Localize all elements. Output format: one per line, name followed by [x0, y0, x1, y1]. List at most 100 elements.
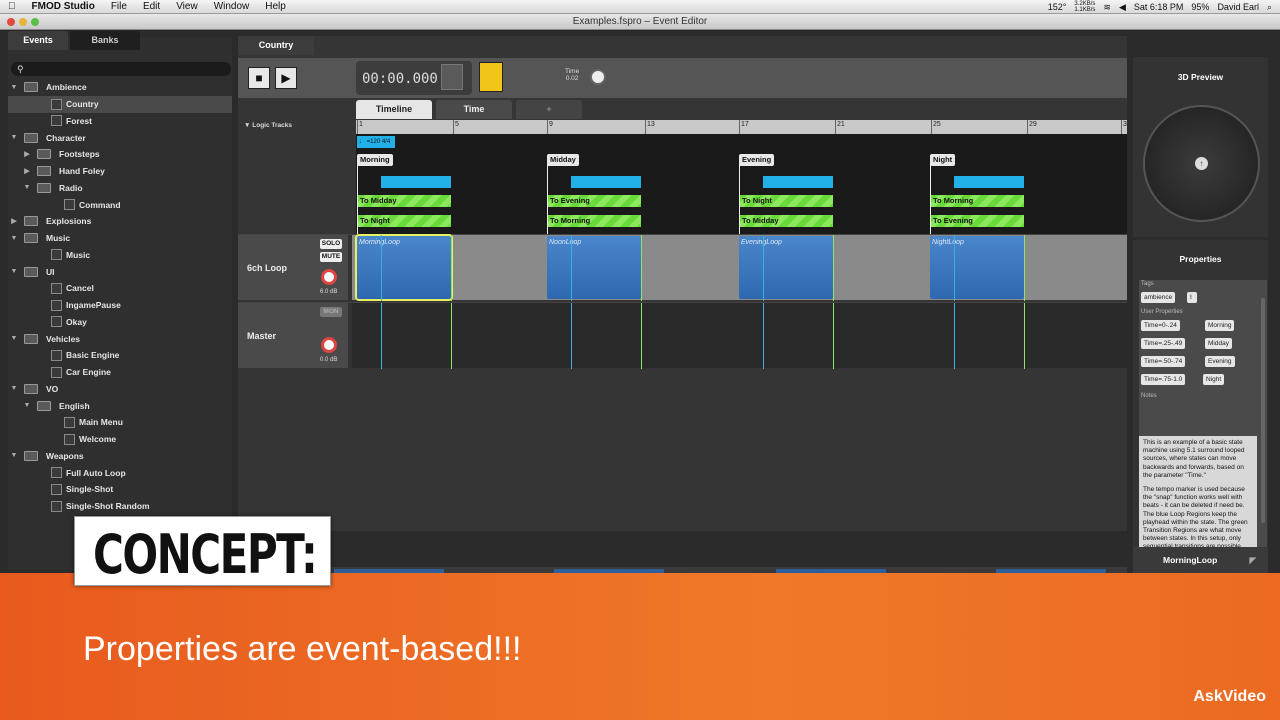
loop-region[interactable]: MorningLoop	[355, 234, 453, 301]
solo-button[interactable]: SOLO	[320, 239, 342, 249]
volume-icon[interactable]: ◀	[1119, 2, 1126, 13]
tree-folder[interactable]: ▼ English	[8, 397, 232, 414]
menu-help[interactable]: Help	[257, 1, 294, 12]
selection-header[interactable]: MorningLoop ◤	[1133, 547, 1268, 573]
notes-field[interactable]: This is an example of a basic state mach…	[1139, 436, 1257, 554]
time-parameter-knob[interactable]	[590, 69, 606, 85]
tree-event[interactable]: Basic Engine	[8, 347, 232, 364]
tree-event[interactable]: Welcome	[8, 431, 232, 448]
close-window-icon[interactable]	[7, 18, 15, 26]
user-prop-key[interactable]: Time=.25-.49	[1141, 338, 1186, 349]
user-prop-key[interactable]: Time=.50-.74	[1141, 356, 1186, 367]
tree-folder[interactable]: ▼ Vehicles	[8, 330, 232, 347]
track-header[interactable]: 6ch Loop SOLO MUTE 6.0 dB	[238, 235, 348, 300]
transition-region[interactable]: To Night	[739, 195, 833, 207]
tree-event[interactable]: Country	[8, 95, 232, 113]
tree-folder[interactable]: ▼ Character	[8, 129, 232, 146]
destination-marker[interactable]: Evening	[739, 154, 775, 166]
temp-readout[interactable]: 152°	[1048, 2, 1067, 12]
loop-region[interactable]: EveningLoop	[739, 236, 833, 299]
wifi-icon[interactable]: ≋	[1103, 2, 1111, 13]
disclosure-open-icon[interactable]: ▼	[10, 385, 18, 392]
track-header[interactable]: Master MON 0.0 dB	[238, 303, 348, 368]
loop-region[interactable]: NightLoop	[930, 236, 1024, 299]
mute-button[interactable]: MUTE	[320, 252, 342, 262]
tree-event[interactable]: Full Auto Loop	[8, 464, 232, 481]
transition-region[interactable]: To Evening	[547, 195, 641, 207]
loop-region-bar[interactable]	[381, 176, 451, 188]
monitor-button[interactable]: MON	[320, 307, 342, 317]
tree-event[interactable]: Main Menu	[8, 414, 232, 431]
logic-tracks-header[interactable]: ▼ Logic Tracks	[244, 122, 292, 129]
tree-event[interactable]: Forest	[8, 113, 232, 130]
tree-event[interactable]: IngamePause	[8, 297, 232, 314]
user-prop-value[interactable]: Night	[1203, 374, 1225, 385]
tempo-marker[interactable]: ♩ =120 4/4	[357, 136, 395, 148]
destination-marker[interactable]: Night	[930, 154, 956, 166]
tab-events[interactable]: Events	[8, 31, 68, 50]
disclosure-closed-icon[interactable]: ▶	[23, 150, 31, 158]
app-menu[interactable]: FMOD Studio	[24, 1, 103, 12]
destination-marker[interactable]: Morning	[357, 154, 393, 166]
tree-event[interactable]: Music	[8, 247, 232, 264]
loop-region-bar[interactable]	[571, 176, 641, 188]
transition-region[interactable]: To Midday	[357, 195, 451, 207]
destination-marker[interactable]: Midday	[547, 154, 579, 166]
disclosure-closed-icon[interactable]: ▶	[10, 217, 18, 225]
play-button[interactable]: ▶	[275, 67, 297, 89]
tree-folder[interactable]: ▶ Footsteps	[8, 146, 232, 163]
disclosure-open-icon[interactable]: ▼	[10, 235, 18, 242]
disclosure-open-icon[interactable]: ▼	[10, 335, 18, 342]
transition-region[interactable]: To Morning	[547, 215, 641, 227]
transition-region[interactable]: To Midday	[739, 215, 833, 227]
disclosure-open-icon[interactable]: ▼	[23, 402, 31, 409]
loop-region-bar[interactable]	[763, 176, 833, 188]
transition-region[interactable]: To Morning	[930, 195, 1024, 207]
minimize-window-icon[interactable]	[19, 18, 27, 26]
follow-playhead-icon[interactable]	[479, 62, 503, 92]
expand-icon[interactable]: ◤	[1249, 547, 1256, 573]
add-tab-button[interactable]: +	[516, 100, 582, 119]
search-input[interactable]: ⚲	[11, 62, 231, 76]
3d-preview-panner[interactable]: ↑	[1143, 105, 1260, 222]
add-tag-button[interactable]: I	[1187, 292, 1197, 303]
volume-knob[interactable]	[321, 337, 337, 353]
disclosure-open-icon[interactable]: ▼	[10, 134, 18, 141]
user-name[interactable]: David Earl	[1217, 2, 1259, 12]
user-prop-key[interactable]: Time=0-.24	[1141, 320, 1180, 331]
menu-edit[interactable]: Edit	[135, 1, 168, 12]
net-readout[interactable]: 3.2KB/s 1.1KB/s	[1074, 1, 1095, 13]
loop-region-bar[interactable]	[954, 176, 1024, 188]
tree-folder[interactable]: ▼ Ambience	[8, 79, 232, 96]
user-prop-value[interactable]: Midday	[1205, 338, 1232, 349]
volume-knob[interactable]	[321, 269, 337, 285]
tree-event[interactable]: Single-Shot Random	[8, 498, 232, 515]
tree-folder[interactable]: ▼ Weapons	[8, 448, 232, 465]
tree-folder[interactable]: ▼ UI	[8, 263, 232, 280]
listener-icon[interactable]: ↑	[1195, 157, 1208, 170]
tree-event[interactable]: Okay	[8, 314, 232, 331]
disclosure-open-icon[interactable]: ▼	[10, 268, 18, 275]
disclosure-closed-icon[interactable]: ▶	[23, 167, 31, 175]
tree-event[interactable]: Cancel	[8, 280, 232, 297]
tab-timeline[interactable]: Timeline	[356, 100, 432, 119]
tag-chip[interactable]: ambience	[1141, 292, 1176, 303]
disclosure-open-icon[interactable]: ▼	[23, 184, 31, 191]
audio-track[interactable]: Master MON 0.0 dB	[238, 302, 1127, 369]
tree-event[interactable]: Car Engine	[8, 364, 232, 381]
tree-folder[interactable]: ▶ Hand Foley	[8, 163, 232, 180]
tree-folder[interactable]: ▼ VO	[8, 381, 232, 398]
zoom-window-icon[interactable]	[31, 18, 39, 26]
audio-track[interactable]: 6ch Loop SOLO MUTE 6.0 dB MorningLoop NoonLoo…	[238, 234, 1127, 301]
logic-track-area[interactable]: ♩ =120 4/4 Morning To Midday To Night Midda…	[238, 134, 1127, 234]
tree-folder[interactable]: ▶ Explosions	[8, 213, 232, 230]
tab-banks[interactable]: Banks	[70, 31, 140, 50]
timeline-ruler[interactable]: 1 5 9 13 17 21 25 29 3	[356, 120, 1127, 134]
clock[interactable]: Sat 6:18 PM	[1134, 2, 1184, 12]
loop-toggle-icon[interactable]	[441, 64, 463, 90]
menu-window[interactable]: Window	[206, 1, 258, 12]
disclosure-open-icon[interactable]: ▼	[10, 452, 18, 459]
transition-region[interactable]: To Evening	[930, 215, 1024, 227]
tab-event-country[interactable]: Country	[238, 36, 314, 55]
properties-scrollbar[interactable]	[1261, 298, 1265, 523]
